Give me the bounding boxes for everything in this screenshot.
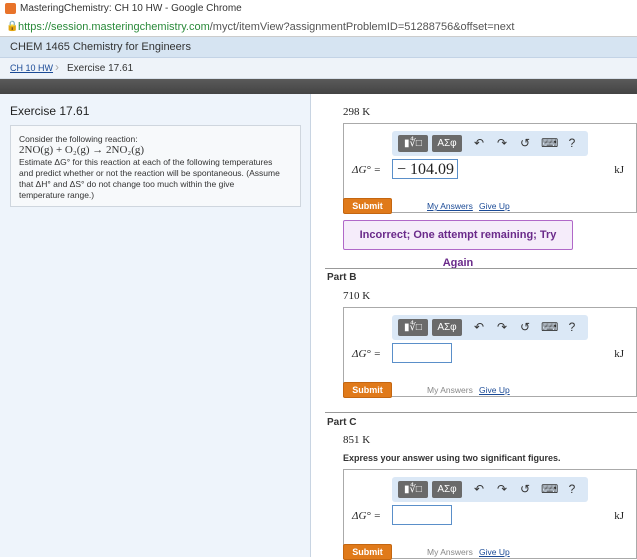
url-host: https://session.masteringchemistry.com bbox=[18, 21, 210, 33]
reset-icon[interactable]: ↺ bbox=[518, 482, 532, 497]
part-a-answer-input[interactable]: − 104.09 bbox=[392, 159, 458, 179]
part-b-submit-button[interactable]: Submit bbox=[343, 382, 392, 398]
exercise-title: Exercise 17.61 bbox=[10, 104, 90, 118]
reset-icon[interactable]: ↺ bbox=[518, 136, 532, 151]
reaction-equation: 2NO(g) + O₂(g) → 2NO₂(g) bbox=[19, 144, 145, 156]
part-a-submit-button[interactable]: Submit bbox=[343, 198, 392, 214]
statement-line-2: and predict whether or not the reaction … bbox=[19, 168, 280, 178]
help-icon[interactable]: ? bbox=[565, 136, 579, 151]
keyboard-icon[interactable]: ⌨ bbox=[541, 320, 558, 335]
url-path: /myct/itemView?assignmentProblemID=51288… bbox=[209, 21, 515, 33]
window-title: MasteringChemistry: CH 10 HW - Google Ch… bbox=[20, 3, 242, 14]
part-b-temperature: 710 K bbox=[343, 290, 371, 302]
statement-line-1: Estimate ΔG° for this reaction at each o… bbox=[19, 157, 273, 167]
undo-icon[interactable]: ↶ bbox=[472, 320, 486, 335]
redo-icon[interactable]: ↷ bbox=[495, 320, 509, 335]
templates-button[interactable]: ▮∜□ bbox=[398, 135, 428, 152]
part-c-temperature: 851 K bbox=[343, 434, 371, 446]
part-b-toolbar: ▮∜□ ΑΣφ ↶ ↷ ↺ ⌨ ? bbox=[392, 315, 588, 340]
part-a-temperature: 298 K bbox=[343, 106, 371, 118]
delta-g-label: ΔG° = bbox=[352, 510, 381, 522]
feedback-incorrect: Incorrect; One attempt remaining; Try Ag… bbox=[343, 220, 573, 269]
breadcrumb-current: Exercise 17.61 bbox=[67, 63, 134, 74]
chevron-right-icon: › bbox=[55, 60, 59, 74]
templates-button[interactable]: ▮∜□ bbox=[398, 319, 428, 336]
lock-icon: 🔒 bbox=[6, 21, 19, 32]
part-a-give-up-link[interactable]: Give Up bbox=[479, 201, 510, 211]
unit-label: kJ bbox=[614, 510, 624, 522]
course-header: CHEM 1465 Chemistry for Engineers bbox=[0, 37, 637, 58]
window-titlebar: MasteringChemistry: CH 10 HW - Google Ch… bbox=[0, 0, 637, 19]
unit-label: kJ bbox=[614, 164, 624, 176]
reset-icon[interactable]: ↺ bbox=[518, 320, 532, 335]
statement-line-3: that ΔH° and ΔS° do not change too much … bbox=[19, 179, 235, 189]
greek-symbols-button[interactable]: ΑΣφ bbox=[432, 481, 462, 498]
part-c-instruction: Express your answer using two significan… bbox=[343, 453, 561, 463]
part-b-give-up-link[interactable]: Give Up bbox=[479, 385, 510, 395]
redo-icon[interactable]: ↷ bbox=[495, 136, 509, 151]
delta-g-label: ΔG° = bbox=[352, 164, 381, 176]
answer-area[interactable]: 298 K ▮∜□ ΑΣφ ↶ ↷ ↺ ⌨ ? ΔG° = − 104.09 k… bbox=[311, 94, 637, 560]
divider bbox=[325, 412, 637, 413]
breadcrumb: CH 10 HW › Exercise 17.61 bbox=[0, 58, 637, 79]
intro-text: Consider the following reaction: bbox=[19, 134, 138, 144]
part-c-toolbar: ▮∜□ ΑΣφ ↶ ↷ ↺ ⌨ ? bbox=[392, 477, 588, 502]
part-a-toolbar: ▮∜□ ΑΣφ ↶ ↷ ↺ ⌨ ? bbox=[392, 131, 588, 156]
part-c-label[interactable]: Part C bbox=[327, 417, 356, 428]
part-b-label[interactable]: Part B bbox=[327, 272, 356, 283]
keyboard-icon[interactable]: ⌨ bbox=[541, 482, 558, 497]
statement-line-4: temperature range.) bbox=[19, 190, 95, 200]
unit-label: kJ bbox=[614, 348, 624, 360]
problem-statement: Consider the following reaction: 2NO(g) … bbox=[10, 125, 301, 207]
help-icon[interactable]: ? bbox=[565, 482, 579, 497]
part-c-answer-input[interactable] bbox=[392, 505, 452, 525]
part-c-my-answers-link[interactable]: My Answers bbox=[427, 547, 473, 557]
problem-panel: Exercise 17.61 Consider the following re… bbox=[0, 94, 311, 557]
address-bar[interactable]: 🔒 https://session.masteringchemistry.com… bbox=[0, 18, 637, 37]
greek-symbols-button[interactable]: ΑΣφ bbox=[432, 135, 462, 152]
part-b-answer-input[interactable] bbox=[392, 343, 452, 363]
divider-band bbox=[0, 79, 637, 94]
breadcrumb-link-hw[interactable]: CH 10 HW bbox=[10, 63, 53, 73]
part-c-submit-button[interactable]: Submit bbox=[343, 544, 392, 560]
part-b-my-answers-link[interactable]: My Answers bbox=[427, 385, 473, 395]
redo-icon[interactable]: ↷ bbox=[495, 482, 509, 497]
part-c-give-up-link[interactable]: Give Up bbox=[479, 547, 510, 557]
app-icon bbox=[5, 3, 16, 14]
greek-symbols-button[interactable]: ΑΣφ bbox=[432, 319, 462, 336]
course-name: CHEM 1465 Chemistry for Engineers bbox=[10, 41, 191, 53]
divider bbox=[325, 268, 637, 269]
keyboard-icon[interactable]: ⌨ bbox=[541, 136, 558, 151]
url-text[interactable]: https://session.masteringchemistry.com/m… bbox=[18, 21, 514, 33]
help-icon[interactable]: ? bbox=[565, 320, 579, 335]
templates-button[interactable]: ▮∜□ bbox=[398, 481, 428, 498]
undo-icon[interactable]: ↶ bbox=[472, 136, 486, 151]
part-a-my-answers-link[interactable]: My Answers bbox=[427, 201, 473, 211]
undo-icon[interactable]: ↶ bbox=[472, 482, 486, 497]
delta-g-label: ΔG° = bbox=[352, 348, 381, 360]
